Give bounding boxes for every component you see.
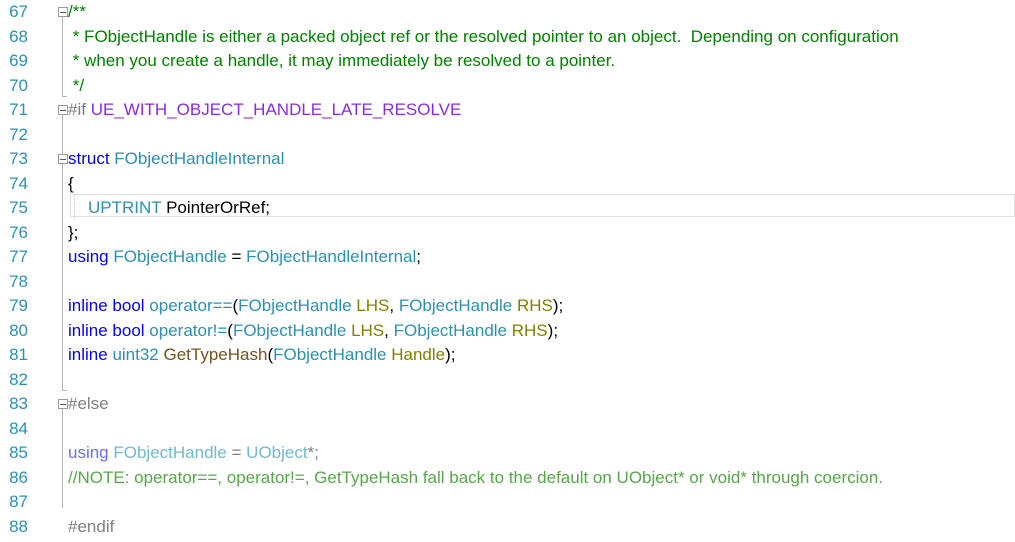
line-number: 81 bbox=[9, 345, 28, 364]
line-number: 76 bbox=[9, 222, 28, 242]
code-text: inline bool operator==(FObjectHandle LHS… bbox=[68, 296, 564, 315]
code-text: using FObjectHandle = FObjectHandleInter… bbox=[68, 247, 421, 266]
code-line[interactable]: 85 using FObjectHandle = UObject*; bbox=[0, 441, 1015, 465]
code-text: * when you create a handle, it may immed… bbox=[68, 51, 616, 70]
code-line[interactable]: 82 bbox=[0, 368, 1015, 392]
code-text: inline bool operator!=(FObjectHandle LHS… bbox=[68, 320, 559, 340]
line-number: 87 bbox=[9, 492, 28, 511]
code-line[interactable]: 68 * FObjectHandle is either a packed ob… bbox=[0, 25, 1015, 49]
line-number: 82 bbox=[9, 369, 28, 389]
code-text: { bbox=[68, 173, 74, 193]
code-line[interactable]: 76 }; bbox=[0, 221, 1015, 245]
code-text: }; bbox=[68, 222, 79, 242]
line-number: 75 bbox=[9, 198, 28, 217]
code-line[interactable]: 75 UPTRINT PointerOrRef; bbox=[0, 196, 1015, 220]
code-line[interactable]: 71 #if UE_WITH_OBJECT_HANDLE_LATE_RESOLV… bbox=[0, 98, 1015, 122]
code-editor[interactable]: 67 /** 68 * FObjectHandle is either a pa… bbox=[0, 0, 1015, 542]
line-number: 80 bbox=[9, 320, 28, 340]
code-text: #endif bbox=[68, 516, 115, 536]
line-number: 67 bbox=[9, 2, 28, 21]
code-line[interactable]: 77 using FObjectHandle = FObjectHandleIn… bbox=[0, 245, 1015, 269]
line-number: 71 bbox=[9, 100, 28, 119]
code-text: UPTRINT PointerOrRef; bbox=[88, 198, 271, 217]
line-number: 86 bbox=[9, 467, 28, 487]
line-number: 69 bbox=[9, 51, 28, 70]
code-line[interactable]: 67 /** bbox=[0, 0, 1015, 24]
code-text: inline uint32 GetTypeHash(FObjectHandle … bbox=[68, 345, 456, 364]
line-number: 74 bbox=[9, 173, 28, 193]
code-line[interactable]: 81 inline uint32 GetTypeHash(FObjectHand… bbox=[0, 343, 1015, 367]
line-number: 83 bbox=[9, 394, 28, 413]
code-text: #else bbox=[68, 394, 109, 413]
code-line[interactable]: 80 inline bool operator!=(FObjectHandle … bbox=[0, 319, 1015, 343]
collapse-toggle-icon[interactable] bbox=[58, 154, 68, 164]
line-number: 77 bbox=[9, 247, 28, 266]
line-number: 70 bbox=[9, 75, 28, 95]
code-line[interactable]: 83 #else bbox=[0, 392, 1015, 416]
code-line[interactable]: 74 { bbox=[0, 172, 1015, 196]
code-line[interactable]: 78 bbox=[0, 270, 1015, 294]
code-line[interactable]: 84 bbox=[0, 417, 1015, 441]
line-number: 72 bbox=[9, 124, 28, 144]
code-line[interactable]: 72 bbox=[0, 123, 1015, 147]
code-text: //NOTE: operator==, operator!=, GetTypeH… bbox=[68, 467, 884, 487]
line-number: 79 bbox=[9, 296, 28, 315]
code-text: #if UE_WITH_OBJECT_HANDLE_LATE_RESOLVE bbox=[68, 100, 462, 119]
code-line[interactable]: 86 //NOTE: operator==, operator!=, GetTy… bbox=[0, 466, 1015, 490]
line-number: 73 bbox=[9, 149, 28, 168]
code-text: */ bbox=[68, 75, 85, 95]
code-line[interactable]: 73 struct FObjectHandleInternal bbox=[0, 147, 1015, 171]
code-line[interactable]: 69 * when you create a handle, it may im… bbox=[0, 49, 1015, 73]
code-text: /** bbox=[68, 2, 86, 21]
code-text: using FObjectHandle = UObject*; bbox=[68, 443, 319, 462]
line-number: 68 bbox=[9, 26, 28, 46]
line-number: 88 bbox=[9, 516, 28, 536]
code-line[interactable]: 87 bbox=[0, 490, 1015, 514]
code-text: struct FObjectHandleInternal bbox=[68, 149, 285, 168]
collapse-toggle-icon[interactable] bbox=[58, 7, 68, 17]
line-number: 85 bbox=[9, 443, 28, 462]
line-number: 78 bbox=[9, 271, 28, 291]
code-line[interactable]: 79 inline bool operator==(FObjectHandle … bbox=[0, 294, 1015, 318]
collapse-toggle-icon[interactable] bbox=[58, 105, 68, 115]
collapse-toggle-icon[interactable] bbox=[58, 399, 68, 409]
code-text: * FObjectHandle is either a packed objec… bbox=[68, 26, 899, 46]
code-line[interactable]: 88 #endif bbox=[0, 515, 1015, 539]
code-line[interactable]: 70 */ bbox=[0, 74, 1015, 98]
line-number: 84 bbox=[9, 418, 28, 438]
